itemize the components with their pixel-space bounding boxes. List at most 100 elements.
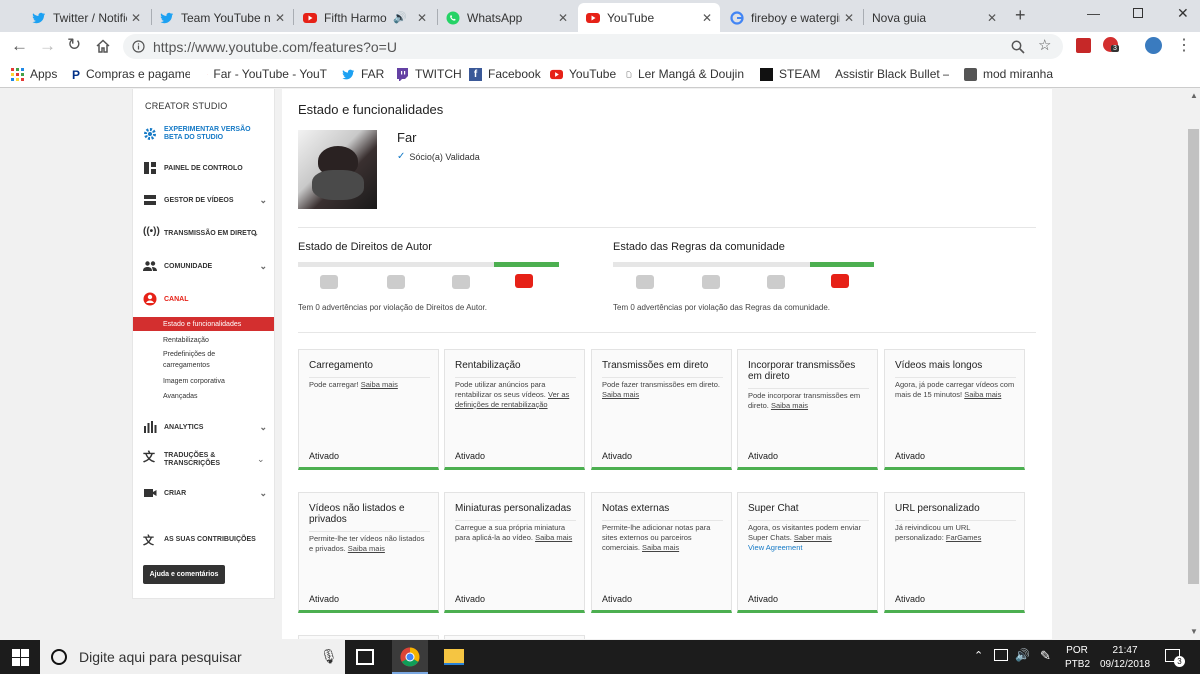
sidebar-item-channel[interactable]: CANAL <box>143 292 267 306</box>
forward-icon[interactable]: → <box>39 36 56 56</box>
sidebar-item-contributions[interactable]: 文 AS SUAS CONTRIBUIÇÕES <box>143 532 267 547</box>
network-icon[interactable] <box>994 649 1008 661</box>
feature-card-custom-thumbnails[interactable]: Miniaturas personalizadas Carregue a sua… <box>444 492 585 613</box>
info-icon[interactable] <box>132 40 145 53</box>
tab-youtube[interactable]: YouTube ✕ <box>578 3 720 32</box>
task-view-icon[interactable] <box>356 649 374 665</box>
notification-icon[interactable]: 3 <box>1165 649 1185 667</box>
sidebar-item-community[interactable]: COMUNIDADE ⌄ <box>143 259 267 273</box>
new-tab-button[interactable]: + <box>1015 5 1026 26</box>
tray-expand-icon[interactable]: ⌃ <box>974 649 983 662</box>
bookmark-youtube[interactable]: YouTube <box>550 67 616 81</box>
close-icon[interactable]: ✕ <box>844 11 854 25</box>
extension-icon[interactable]: 3 <box>1103 37 1119 52</box>
tab-team-youtube[interactable]: Team YouTube no ✕ <box>152 3 293 32</box>
scroll-down-icon[interactable]: ▼ <box>1190 627 1198 636</box>
sidebar-item-live[interactable]: ((•)) TRANSMISSÃO EM DIRETO ⌄ <box>143 226 267 240</box>
bookmark-far[interactable]: FAR <box>342 67 384 81</box>
feature-card-upload[interactable]: Carregamento Pode carregar! Saiba mais A… <box>298 349 439 470</box>
chevron-down-icon[interactable]: ⌄ <box>257 454 265 465</box>
back-icon[interactable]: ← <box>11 36 28 56</box>
close-icon[interactable]: ✕ <box>558 11 568 25</box>
learn-more-link[interactable]: Saiba mais <box>771 401 808 410</box>
chevron-down-icon[interactable]: ⌄ <box>259 195 267 206</box>
sidebar-sub-monetization[interactable]: Rentabilização <box>163 335 209 346</box>
feature-card-custom-url[interactable]: URL personalizado Já reivindicou um URL … <box>884 492 1025 613</box>
close-window-button[interactable]: ✕ <box>1177 5 1189 22</box>
learn-more-link[interactable]: Saber mais <box>794 533 832 542</box>
bookmark-star-icon[interactable]: ☆ <box>1038 36 1051 54</box>
feature-card-external-annotations[interactable]: Notas externas Permite-lhe adicionar not… <box>591 492 732 613</box>
microphone-icon[interactable]: 🎙 <box>320 648 338 665</box>
close-icon[interactable]: ✕ <box>131 11 141 25</box>
sidebar-item-analytics[interactable]: ANALYTICS ⌄ <box>143 420 267 434</box>
chevron-down-icon[interactable]: ⌄ <box>259 488 267 499</box>
bookmark-black-bullet[interactable]: Assistir Black Bullet – <box>829 67 949 81</box>
tab-new-tab[interactable]: Nova guia ✕ <box>864 3 1005 32</box>
windows-start-icon[interactable] <box>12 649 29 666</box>
clock[interactable]: 21:47 09/12/2018 <box>1097 644 1153 672</box>
feature-card-partial[interactable] <box>298 635 439 639</box>
extension-icon[interactable] <box>1076 38 1091 53</box>
bookmark-far-youtube[interactable]: Far - YouTube - YouT <box>207 67 327 81</box>
feature-card-partial[interactable] <box>444 635 585 639</box>
feature-card-embed-live[interactable]: Incorporar transmissões em direto Pode i… <box>737 349 878 470</box>
bookmark-mod-miranha[interactable]: mod miranha <box>964 67 1053 81</box>
speaker-icon[interactable]: 🔊 <box>393 11 407 24</box>
learn-more-link[interactable]: Saiba mais <box>348 544 385 553</box>
chevron-down-icon[interactable]: ⌄ <box>259 261 267 272</box>
sidebar-sub-branding[interactable]: Imagem corporativa <box>163 376 225 387</box>
tab-twitter-notifications[interactable]: Twitter / Notificaçõ ✕ <box>24 3 149 32</box>
sidebar-item-video-manager[interactable]: GESTOR DE VÍDEOS ⌄ <box>143 193 267 207</box>
sidebar-item-dashboard[interactable]: PAINEL DE CONTROLO <box>143 161 267 175</box>
feature-card-live[interactable]: Transmissões em direto Pode fazer transm… <box>591 349 732 470</box>
address-bar[interactable]: https://www.youtube.com/features?o=U ☆ <box>123 34 1063 59</box>
reload-icon[interactable]: ↻ <box>67 35 81 55</box>
chevron-down-icon[interactable]: ⌄ <box>259 422 267 433</box>
channel-avatar[interactable] <box>298 130 377 209</box>
language-indicator[interactable]: POR PTB2 <box>1065 644 1090 672</box>
learn-more-link[interactable]: Saiba mais <box>535 533 572 542</box>
close-icon[interactable]: ✕ <box>702 11 712 25</box>
bookmark-steam[interactable]: STEAM <box>760 67 820 81</box>
bookmark-twitch[interactable]: TWITCH <box>396 67 462 81</box>
help-feedback-button[interactable]: Ajuda e comentários <box>143 565 225 584</box>
sidebar-item-beta[interactable]: EXPERIMENTAR VERSÃO BETA DO STUDIO <box>143 126 267 142</box>
sidebar-sub-active[interactable]: Estado e funcionalidades <box>133 317 274 331</box>
learn-more-link[interactable]: Saiba mais <box>964 390 1001 399</box>
taskbar-search[interactable]: Digite aqui para pesquisar 🎙 <box>40 640 345 674</box>
bookmark-manga[interactable]: Ler Mangá & Doujin <box>626 67 744 81</box>
feature-card-unlisted-private[interactable]: Vídeos não listados e privados Permite-l… <box>298 492 439 613</box>
chevron-down-icon[interactable]: ⌄ <box>251 228 259 239</box>
keyboard-icon[interactable]: ✎ <box>1040 648 1051 664</box>
close-icon[interactable]: ✕ <box>987 11 997 25</box>
chrome-taskbar-button[interactable] <box>392 640 428 674</box>
feature-card-longer-videos[interactable]: Vídeos mais longos Agora, já pode carreg… <box>884 349 1025 470</box>
sidebar-sub-upload-defaults[interactable]: Predefinições de carregamentos <box>163 349 243 371</box>
page-scrollbar[interactable]: ▲ ▼ <box>1187 89 1200 640</box>
scrollbar-thumb[interactable] <box>1188 129 1199 584</box>
tab-fifth-harmony[interactable]: Fifth Harmony 🔊 ✕ <box>295 3 435 32</box>
feature-card-super-chat[interactable]: Super Chat Agora, os visitantes podem en… <box>737 492 878 613</box>
restore-button[interactable] <box>1133 8 1143 18</box>
close-icon[interactable]: ✕ <box>275 11 285 25</box>
close-icon[interactable]: ✕ <box>417 11 427 25</box>
feature-card-monetization[interactable]: Rentabilização Pode utilizar anúncios pa… <box>444 349 585 470</box>
learn-more-link[interactable]: Saiba mais <box>642 543 679 552</box>
zoom-icon[interactable] <box>1011 40 1025 54</box>
home-icon[interactable] <box>95 38 111 54</box>
tab-whatsapp[interactable]: WhatsApp ✕ <box>438 3 576 32</box>
sidebar-sub-advanced[interactable]: Avançadas <box>163 391 198 402</box>
bookmark-compras[interactable]: P Compras e pagamen <box>72 67 190 81</box>
profile-avatar[interactable] <box>1145 37 1162 54</box>
learn-more-link[interactable]: Saiba mais <box>602 390 639 399</box>
bookmark-apps[interactable]: Apps <box>11 67 57 81</box>
custom-url-link[interactable]: FarGames <box>946 533 981 542</box>
bookmark-facebook[interactable]: f Facebook <box>469 67 541 81</box>
view-agreement-link[interactable]: View Agreement <box>748 543 802 552</box>
tab-fireboy-watergirl[interactable]: fireboy e watergirl ✕ <box>722 3 862 32</box>
minimize-button[interactable]: — <box>1087 6 1100 21</box>
learn-more-link[interactable]: Saiba mais <box>361 380 398 389</box>
volume-icon[interactable]: 🔊 <box>1015 648 1030 662</box>
menu-icon[interactable]: ⋮ <box>1176 35 1192 55</box>
